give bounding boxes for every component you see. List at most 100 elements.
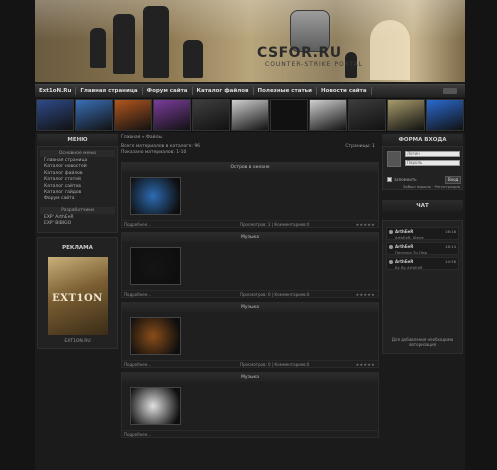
entry-image[interactable]	[130, 247, 181, 285]
ad-box: РЕКЛАМА EXT1ON EXT1ON.RU	[37, 236, 118, 349]
login-links[interactable]: Забыл пароль · Регистрация	[403, 184, 460, 189]
ad-image-text: EXT1ON	[52, 292, 103, 304]
password-placeholder: Пароль	[407, 160, 423, 165]
login-button[interactable]: Вход	[445, 176, 462, 184]
chat-box: ArthEeR 16:18 ArthEeR, Steve ArthEeR 16:…	[382, 220, 463, 354]
chat-text: By By ArthEeR	[395, 265, 423, 270]
banner-soldier-3	[143, 6, 169, 78]
menu-link-dev-2[interactable]: EXP' BIBIGO	[38, 221, 117, 227]
entry-footer: Подробнее...	[122, 430, 378, 437]
chat-user[interactable]: ArthEeR	[395, 259, 413, 264]
more-link[interactable]: Подробнее...	[124, 222, 151, 227]
search-box[interactable]	[443, 88, 457, 94]
thumbnail-strip	[35, 98, 465, 132]
menu-title: МЕНЮ	[37, 134, 118, 146]
chat-message: ArthEeR 16:14 Песенка Ти Лмр	[386, 242, 459, 255]
thumbnail[interactable]	[387, 99, 425, 131]
entry-title[interactable]: Музыка	[122, 373, 378, 382]
breadcrumb[interactable]: Главная » Файлы	[121, 134, 379, 142]
banner-soldier-2	[113, 14, 135, 74]
thumbnail[interactable]	[348, 99, 386, 131]
rating-stars-icon[interactable]: ★★★★★	[356, 361, 375, 368]
more-link[interactable]: Подробнее...	[124, 292, 151, 297]
header-banner: CSFOR.RU COUNTER-STRIKE PORTAL	[35, 0, 465, 82]
user-icon	[389, 245, 393, 249]
user-icon	[389, 230, 393, 234]
chat-note-line-2: авторизация	[408, 342, 437, 347]
login-placeholder: Логин	[407, 151, 420, 156]
entry-image[interactable]	[130, 317, 181, 355]
logo-subtext: COUNTER-STRIKE PORTAL	[265, 61, 364, 68]
thumbnail[interactable]	[75, 99, 113, 131]
right-sidebar: ФОРМА ВХОДА Логин Пароль запомнить Вход …	[382, 134, 463, 354]
nav-item-home-site[interactable]: Ext1oN.Ru	[35, 87, 77, 95]
entry-body	[122, 242, 378, 290]
thumbnail[interactable]	[192, 99, 230, 131]
nav-item-articles[interactable]: Полезные статьи	[254, 87, 317, 95]
thumbnail[interactable]	[231, 99, 269, 131]
nav-item-news[interactable]: Новости сайта	[317, 87, 372, 95]
entry-card: Музыка Подробнее...	[121, 372, 379, 438]
user-avatar-icon	[387, 151, 401, 167]
banner-arch	[370, 20, 410, 80]
entry-card: Музыка Подробнее... Просмотров: 0 | Комм…	[121, 302, 379, 368]
logo-text: CSFOR.RU	[257, 45, 342, 61]
ad-caption[interactable]: EXT1ON.RU	[38, 339, 117, 344]
nav-item-forum[interactable]: Форум сайта	[143, 87, 193, 95]
thumbnail[interactable]	[114, 99, 152, 131]
rating-stars-icon[interactable]: ★★★★★	[356, 291, 375, 298]
banner-soldier-4	[183, 40, 203, 78]
entry-image[interactable]	[130, 177, 181, 215]
entry-title[interactable]: Музыка	[122, 233, 378, 242]
top-nav: Ext1oN.Ru Главная страница Форум сайта К…	[35, 84, 465, 97]
entry-title[interactable]: Остров в океане	[122, 163, 378, 172]
chat-text: ArthEeR, Steve	[395, 235, 424, 240]
ad-image[interactable]: EXT1ON	[47, 256, 108, 335]
chat-user[interactable]: ArthEeR	[395, 229, 413, 234]
main-content: Главная » Файлы Всего материалов в катал…	[121, 134, 379, 438]
catalog-stats: Всего материалов в каталоге: 96 Показано…	[121, 144, 379, 158]
chat-title: ЧАТ	[382, 200, 463, 212]
entry-footer: Подробнее... Просмотров: 2 | Комментарие…	[122, 220, 378, 227]
user-icon	[389, 260, 393, 264]
left-sidebar: МЕНЮ Основное меню Главная страница Ката…	[37, 134, 118, 349]
thumbnail[interactable]	[309, 99, 347, 131]
login-title: ФОРМА ВХОДА	[382, 134, 463, 146]
thumbnail[interactable]	[426, 99, 464, 131]
pagination[interactable]: Страницы: 1	[345, 144, 375, 150]
chat-text: Песенка Ти Лмр	[395, 250, 428, 255]
thumbnail[interactable]	[270, 99, 308, 131]
chat-time: 16:14	[445, 244, 456, 249]
remember-label: запомнить	[394, 176, 417, 182]
chat-user[interactable]: ArthEeR	[395, 244, 413, 249]
entry-image[interactable]	[130, 387, 181, 425]
banner-soldier-1	[90, 28, 106, 68]
thumbnail[interactable]	[36, 99, 74, 131]
chat-auth-note: Для добавления необходима авторизация	[383, 337, 462, 347]
entry-views: Просмотров: 0 | Комментариев:0	[240, 292, 310, 297]
entry-card: Остров в океане Подробнее... Просмотров:…	[121, 162, 379, 228]
entry-views: Просмотров: 0 | Комментариев:0	[240, 362, 310, 367]
menu-section-devs: Разработчики	[40, 206, 115, 214]
entry-body	[122, 382, 378, 430]
entry-title[interactable]: Музыка	[122, 303, 378, 312]
remember-checkbox[interactable]	[387, 177, 392, 182]
menu-box: Основное меню Главная страница Каталог н…	[37, 146, 118, 233]
entry-footer: Подробнее... Просмотров: 0 | Комментарие…	[122, 290, 378, 297]
entry-views: Просмотров: 2 | Комментариев:0	[240, 222, 310, 227]
thumbnail[interactable]	[153, 99, 191, 131]
rating-stars-icon[interactable]: ★★★★★	[356, 221, 375, 228]
chat-message: ArthEeR 14:38 By By ArthEeR	[386, 257, 459, 270]
ad-title: РЕКЛАМА	[62, 244, 93, 251]
entry-card: Музыка Подробнее... Просмотров: 0 | Комм…	[121, 232, 379, 298]
menu-link-forum[interactable]: Форум сайта	[38, 196, 117, 202]
login-form: Логин Пароль запомнить Вход Забыл пароль…	[382, 146, 463, 190]
more-link[interactable]: Подробнее...	[124, 432, 151, 437]
entry-footer: Подробнее... Просмотров: 0 | Комментарие…	[122, 360, 378, 367]
nav-item-main-page[interactable]: Главная страница	[76, 87, 143, 95]
entry-body	[122, 172, 378, 220]
menu-section-main: Основное меню	[40, 150, 115, 157]
entry-body	[122, 312, 378, 360]
nav-item-files[interactable]: Каталог файлов	[193, 87, 254, 95]
more-link[interactable]: Подробнее...	[124, 362, 151, 367]
